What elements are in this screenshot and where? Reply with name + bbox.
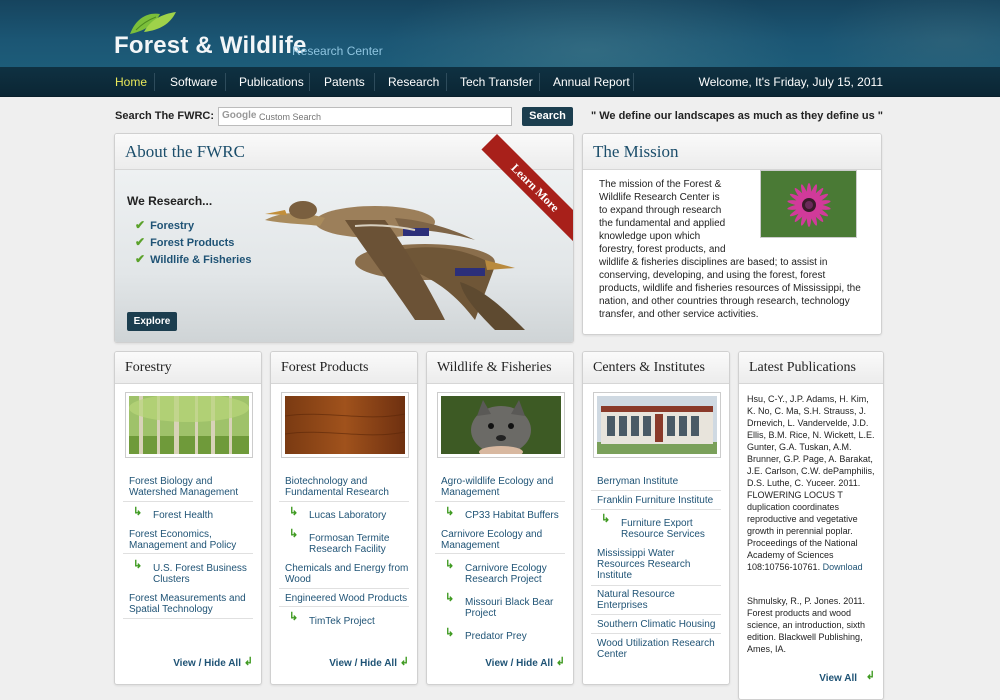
publications-title: Latest Publications xyxy=(739,352,883,384)
site-subtitle: Research Center xyxy=(292,44,383,58)
nav-divider xyxy=(633,73,634,91)
wildlife-thumbnail[interactable] xyxy=(437,392,565,458)
link-biotechnology[interactable]: Biotechnology and Fundamental Research xyxy=(285,476,409,498)
link-southern-climatic[interactable]: Southern Climatic Housing xyxy=(597,619,721,630)
link-carnivore-ecology[interactable]: Carnivore Ecology and Management xyxy=(441,529,565,551)
link-franklin-furniture[interactable]: Franklin Furniture Institute xyxy=(597,495,721,506)
search-button[interactable]: Search xyxy=(522,107,573,126)
research-forest-products-link[interactable]: ✔ Forest Products xyxy=(135,235,234,249)
arrow-icon: ↳ xyxy=(289,528,299,540)
link-agro-wildlife[interactable]: Agro-wildlife Ecology and Management xyxy=(441,476,565,498)
nav-divider xyxy=(539,73,540,91)
wildlife-title: Wildlife & Fisheries xyxy=(427,352,573,384)
arrow-icon: ↳ xyxy=(445,592,455,604)
link-formosan-termite[interactable]: Formosan Termite Research Facility xyxy=(309,533,409,555)
link-engineered-wood[interactable]: Engineered Wood Products xyxy=(285,593,409,604)
nav-software[interactable]: Software xyxy=(170,67,217,97)
link-forest-economics[interactable]: Forest Economics, Management and Policy xyxy=(129,529,253,551)
nav-publications[interactable]: Publications xyxy=(239,67,304,97)
view-hide-all-link[interactable]: View / Hide All xyxy=(329,658,397,669)
link-carnivore-research[interactable]: Carnivore Ecology Research Project xyxy=(465,563,565,585)
nav-research[interactable]: Research xyxy=(388,67,439,97)
arrow-icon: ↳ xyxy=(289,611,299,623)
arrow-icon: ↳ xyxy=(445,559,455,571)
google-logo: Google xyxy=(222,110,257,121)
nav-divider xyxy=(309,73,310,91)
publication-entry: Shmulsky, R., P. Jones. 2011. Forest pro… xyxy=(747,596,866,654)
link-timtek-project[interactable]: TimTek Project xyxy=(309,616,409,627)
site-title[interactable]: Forest & Wildlife xyxy=(114,32,307,60)
site-header: Forest & Wildlife Research Center xyxy=(0,0,1000,67)
centers-title: Centers & Institutes xyxy=(583,352,729,384)
nav-tech-transfer[interactable]: Tech Transfer xyxy=(460,67,533,97)
nav-divider xyxy=(374,73,375,91)
forestry-thumbnail[interactable] xyxy=(125,392,253,458)
about-hero: We Research... ✔ Forestry ✔ Forest Product… xyxy=(115,170,573,342)
nav-divider xyxy=(446,73,447,91)
nav-annual-report[interactable]: Annual Report xyxy=(553,67,630,97)
forest-products-card: Forest Products Biotechnology and Fundam… xyxy=(270,351,418,685)
link-forest-biology[interactable]: Forest Biology and Watershed Management xyxy=(129,476,253,498)
link-furniture-export[interactable]: Furniture Export Resource Services xyxy=(621,518,721,540)
arrow-icon: ↳ xyxy=(601,513,611,525)
arrow-icon: ↲ xyxy=(243,656,253,668)
check-icon: ✔ xyxy=(135,235,146,249)
arrow-icon: ↳ xyxy=(133,559,143,571)
main-nav: Home Software Publications Patents Resea… xyxy=(0,67,1000,97)
nav-patents[interactable]: Patents xyxy=(324,67,365,97)
link-forest-business-clusters[interactable]: U.S. Forest Business Clusters xyxy=(153,563,253,585)
mission-panel: The Mission The mission of the Forest & … xyxy=(582,133,882,335)
site-motto: " We define our landscapes as much as th… xyxy=(590,110,883,122)
view-all-publications-link[interactable]: View All xyxy=(819,673,857,684)
link-cp33-habitat[interactable]: CP33 Habitat Buffers xyxy=(465,510,565,521)
forestry-card: Forestry Forest Biology and Watershed Ma… xyxy=(114,351,262,685)
link-mississippi-water[interactable]: Mississippi Water Resources Research Ins… xyxy=(597,548,721,581)
arrow-icon: ↳ xyxy=(445,627,455,639)
link-berryman[interactable]: Berryman Institute xyxy=(597,476,721,487)
wildlife-card: Wildlife & Fisheries Agro-wildlife Ecolo… xyxy=(426,351,574,685)
explore-button[interactable]: Explore xyxy=(127,312,177,331)
link-forest-measurements[interactable]: Forest Measurements and Spatial Technolo… xyxy=(129,593,253,615)
about-panel: About the FWRC We Research... ✔ Forestry … xyxy=(114,133,574,343)
forest-products-thumbnail[interactable] xyxy=(281,392,409,458)
search-label: Search The FWRC: xyxy=(115,110,215,122)
nav-home[interactable]: Home xyxy=(115,67,147,97)
mission-text: The mission of the Forest & Wildlife Res… xyxy=(599,179,861,320)
view-hide-all-link[interactable]: View / Hide All xyxy=(173,658,241,669)
link-natural-resource[interactable]: Natural Resource Enterprises xyxy=(597,589,721,611)
link-wood-utilization[interactable]: Wood Utilization Research Center xyxy=(597,638,721,660)
we-research-heading: We Research... xyxy=(127,194,213,208)
welcome-date: Welcome, It's Friday, July 15, 2011 xyxy=(698,75,883,89)
arrow-icon: ↳ xyxy=(289,506,299,518)
centers-card: Centers & Institutes Berryman Institute … xyxy=(582,351,730,685)
arrow-icon: ↳ xyxy=(445,506,455,518)
link-chemicals-energy[interactable]: Chemicals and Energy from Wood xyxy=(285,563,409,585)
mission-title: The Mission xyxy=(583,134,881,170)
forestry-title: Forestry xyxy=(115,352,261,384)
arrow-icon: ↳ xyxy=(133,506,143,518)
centers-thumbnail[interactable] xyxy=(593,392,721,458)
arrow-icon: ↲ xyxy=(555,656,565,668)
research-wildlife-link[interactable]: ✔ Wildlife & Fisheries xyxy=(135,252,251,266)
view-hide-all-link[interactable]: View / Hide All xyxy=(485,658,553,669)
publication-entry: Hsu, C-Y., J.P. Adams, H. Kim, K. No, C.… xyxy=(747,394,875,572)
nav-divider xyxy=(154,73,155,91)
check-icon: ✔ xyxy=(135,252,146,266)
link-forest-health[interactable]: Forest Health xyxy=(153,510,253,521)
publications-card: Latest Publications Hsu, C-Y., J.P. Adam… xyxy=(738,351,884,700)
forest-products-title: Forest Products xyxy=(271,352,417,384)
arrow-icon: ↲ xyxy=(865,670,875,682)
mallard-ducks-image xyxy=(265,201,525,330)
nav-divider xyxy=(225,73,226,91)
download-link[interactable]: Download xyxy=(823,562,863,572)
check-icon: ✔ xyxy=(135,218,146,232)
link-black-bear[interactable]: Missouri Black Bear Project xyxy=(465,597,565,619)
search-input[interactable] xyxy=(218,107,512,126)
arrow-icon: ↲ xyxy=(399,656,409,668)
link-lucas-laboratory[interactable]: Lucas Laboratory xyxy=(309,510,409,521)
research-forestry-link[interactable]: ✔ Forestry xyxy=(135,218,194,232)
link-predator-prey[interactable]: Predator Prey xyxy=(465,631,565,642)
